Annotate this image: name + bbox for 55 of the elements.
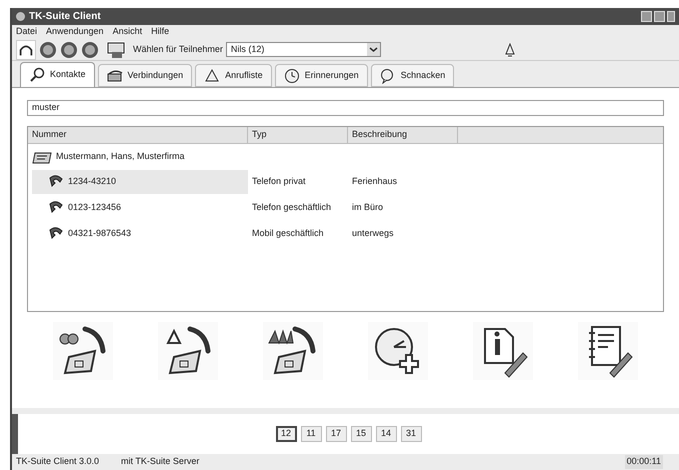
speech-icon (380, 68, 396, 84)
description-cell-text: unterwegs (351, 227, 395, 240)
handset-icon (48, 174, 64, 190)
headset-icon[interactable] (16, 40, 36, 60)
column-header[interactable]: Beschreibung (348, 127, 458, 143)
menu-item[interactable]: Ansicht (112, 25, 142, 39)
type-cell-text: Telefon geschäftlich (251, 201, 332, 214)
status-version: TK-Suite Client 3.0.0 (16, 455, 100, 468)
search-field[interactable]: muster (27, 100, 664, 116)
participant-dropdown[interactable]: Nils (12) (226, 42, 381, 57)
round-button-icon[interactable] (39, 40, 57, 58)
description-cell-text: Ferienhaus (351, 175, 398, 188)
handset-icon (48, 200, 64, 216)
extension-button[interactable]: 15 (350, 426, 372, 442)
description-cell-text: im Büro (351, 201, 384, 214)
action-button[interactable] (53, 322, 113, 380)
tab[interactable]: Anrufliste (195, 64, 272, 87)
extension-button[interactable]: 17 (326, 426, 346, 442)
extension-button[interactable]: 11 (300, 426, 322, 442)
clock-icon (284, 68, 300, 84)
number-cell[interactable]: 1234-43210 (32, 170, 248, 194)
contact-card-icon (32, 150, 52, 164)
round-button-icon[interactable] (60, 40, 78, 58)
contact-name: Mustermann, Hans, Musterfirma (56, 150, 185, 163)
tab[interactable]: Schnacken (370, 64, 454, 87)
magnifier-icon (29, 67, 45, 83)
status-server: mit TK-Suite Server (121, 455, 200, 468)
type-cell-text: Mobil geschäftlich (251, 227, 325, 240)
action-button[interactable] (578, 322, 638, 380)
extension-button[interactable]: 31 (400, 426, 422, 442)
extension-button[interactable]: 12 (276, 426, 296, 442)
phone-icon[interactable] (106, 40, 126, 60)
column-header[interactable]: Typ (248, 127, 348, 143)
number-cell[interactable]: 0123-123456 (32, 196, 248, 220)
action-button[interactable] (473, 322, 533, 380)
extension-button[interactable]: 14 (376, 426, 396, 442)
round-button-icon[interactable] (81, 40, 99, 58)
status-time: 00:00:11 (624, 455, 663, 469)
menu-item[interactable]: Anwendungen (46, 25, 104, 39)
action-button[interactable] (263, 322, 323, 380)
app-icon (16, 12, 25, 21)
type-cell-text: Telefon privat (251, 175, 307, 188)
window-title: TK-Suite Client (29, 10, 101, 24)
dial-label: Wählen für Teilnehmer (133, 42, 223, 56)
tab[interactable]: Erinnerungen (274, 64, 368, 87)
handset-icon (48, 226, 64, 242)
action-button[interactable] (158, 322, 218, 380)
number-cell[interactable]: 04321-9876543 (32, 222, 248, 246)
tab[interactable]: Kontakte (20, 62, 95, 87)
menu-item[interactable]: Datei (16, 25, 38, 39)
tab[interactable]: Verbindungen (98, 64, 192, 87)
menu-item[interactable]: Hilfe (151, 25, 170, 39)
action-button[interactable] (368, 322, 428, 380)
phone-icon (106, 68, 123, 84)
column-header[interactable]: Nummer (28, 127, 248, 143)
